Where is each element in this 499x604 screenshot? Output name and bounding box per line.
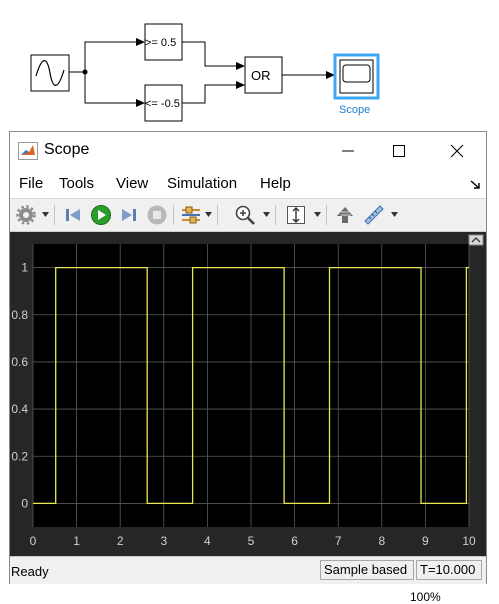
window-title: Scope: [44, 141, 90, 158]
compare-bottom-label: <= -0.5: [145, 98, 180, 110]
chevron-down-icon[interactable]: [314, 212, 321, 217]
toolbar: [10, 199, 486, 232]
title-bar[interactable]: Scope: [10, 132, 486, 170]
arrowhead: [136, 38, 145, 46]
compare-to-constant-bottom-block[interactable]: <= -0.5: [144, 84, 183, 122]
dock-arrow-icon[interactable]: [470, 180, 482, 190]
cursor-measure-icon[interactable]: [180, 204, 202, 226]
zoom-in-icon[interactable]: [234, 204, 256, 226]
x-tick-label: 1: [73, 534, 80, 548]
toolbar-separator: [275, 205, 276, 225]
scope-block[interactable]: Scope: [333, 53, 380, 116]
arrowhead: [236, 62, 245, 70]
scope-plot-area[interactable]: 0 0.2 0.4 0.6 0.8 1 0 1 2 3 4 5 6 7 8 9 10: [10, 232, 486, 556]
y-tick-label: 1: [21, 261, 28, 275]
simulink-diagram: >= 0.5 <= -0.5 OR Scope: [30, 23, 380, 122]
chevron-down-icon[interactable]: [205, 212, 212, 217]
y-tick-label: 0.4: [11, 402, 28, 416]
wire-compare-top-out: [182, 41, 238, 67]
step-back-icon[interactable]: [62, 204, 84, 226]
arrowhead: [136, 99, 145, 107]
matlab-logo-icon: [18, 142, 38, 160]
y-tick-label: 0.6: [11, 355, 28, 369]
menu-simulation[interactable]: Simulation: [167, 175, 237, 192]
scope-window: Scope File Tools View Simulation Help 0 …: [9, 131, 487, 584]
wire-compare-bottom-out: [182, 84, 238, 104]
menu-file[interactable]: File: [19, 175, 43, 192]
chevron-down-icon[interactable]: [42, 212, 49, 217]
ruler-icon[interactable]: [363, 204, 385, 226]
menu-help[interactable]: Help: [260, 175, 291, 192]
logic-or-label: OR: [251, 68, 271, 83]
close-icon[interactable]: [446, 140, 468, 162]
wire-to-compare-top: [84, 41, 138, 72]
run-icon[interactable]: [90, 204, 112, 226]
zoom-level-text: 100%: [410, 590, 441, 604]
step-forward-icon[interactable]: [118, 204, 140, 226]
scope-screen-icon: [342, 64, 371, 83]
status-bar: Ready Sample based T=10.000: [10, 556, 486, 584]
x-tick-label: 3: [160, 534, 167, 548]
x-tick-label: 7: [335, 534, 342, 548]
toolbar-separator: [217, 205, 218, 225]
menu-view[interactable]: View: [116, 175, 148, 192]
x-tick-label: 0: [30, 534, 37, 548]
chevron-down-icon[interactable]: [391, 212, 398, 217]
y-tick-label: 0: [21, 496, 28, 510]
y-tick-label: 0.2: [11, 449, 28, 463]
x-tick-label: 5: [248, 534, 255, 548]
minimize-icon[interactable]: [337, 140, 359, 162]
x-tick-label: 10: [462, 534, 476, 548]
simulation-time-indicator: T=10.000: [416, 560, 482, 580]
gear-icon[interactable]: [15, 204, 37, 226]
status-ready-text: Ready: [11, 564, 49, 579]
toolbar-separator: [173, 205, 174, 225]
scope-block-label: Scope: [339, 104, 370, 116]
x-tick-label: 9: [422, 534, 429, 548]
menu-bar: File Tools View Simulation Help: [10, 170, 486, 199]
x-tick-label: 6: [291, 534, 298, 548]
wire-to-compare-bottom: [84, 72, 138, 104]
logical-or-block[interactable]: OR: [244, 56, 283, 94]
arrowhead: [236, 81, 245, 89]
undock-axes-icon[interactable]: [468, 234, 484, 246]
toolbar-separator: [326, 205, 327, 225]
sine-wave-block[interactable]: [30, 54, 70, 92]
x-tick-label: 2: [117, 534, 124, 548]
toolbar-separator: [54, 205, 55, 225]
highlight-simulink-icon[interactable]: [334, 204, 356, 226]
chevron-down-icon[interactable]: [263, 212, 270, 217]
menu-tools[interactable]: Tools: [59, 175, 94, 192]
stop-icon[interactable]: [146, 204, 168, 226]
sample-mode-indicator: Sample based: [320, 560, 414, 580]
compare-to-constant-top-block[interactable]: >= 0.5: [144, 23, 183, 61]
y-tick-label: 0.8: [11, 308, 28, 322]
autoscale-icon[interactable]: [285, 204, 307, 226]
maximize-icon[interactable]: [388, 140, 410, 162]
x-tick-label: 8: [378, 534, 385, 548]
x-tick-label: 4: [204, 534, 211, 548]
compare-top-label: >= 0.5: [145, 37, 176, 49]
